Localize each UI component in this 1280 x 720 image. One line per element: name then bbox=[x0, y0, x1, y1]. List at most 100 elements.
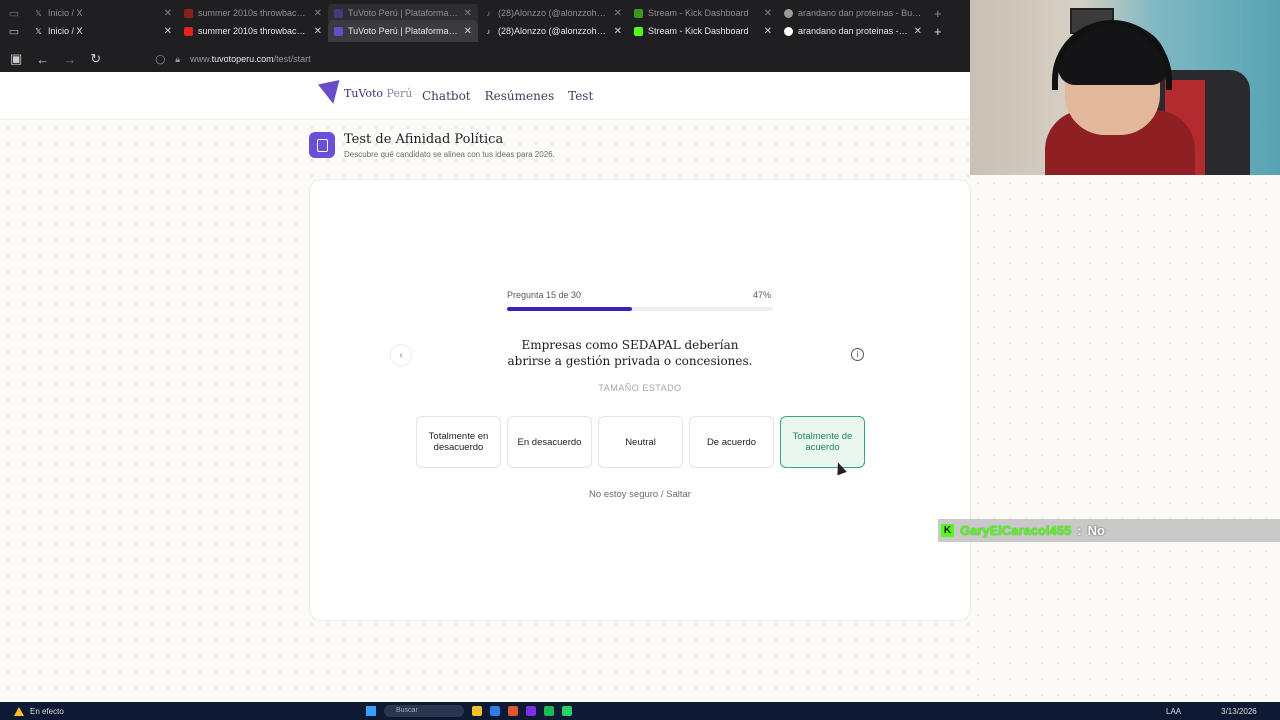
clock-date[interactable]: 3/13/2026 bbox=[1221, 707, 1257, 716]
whatsapp-icon[interactable] bbox=[562, 706, 572, 716]
tab-x[interactable]: 𝕏 Inicio / X ✕ bbox=[28, 20, 178, 42]
previous-question-button[interactable]: ‹ bbox=[390, 344, 412, 366]
close-icon: ✕ bbox=[463, 7, 472, 19]
option-neutral[interactable]: Neutral bbox=[598, 416, 683, 468]
ghost-tab-title: TuVoto Perú | Plataforma Electo bbox=[348, 8, 459, 18]
close-tab-icon[interactable]: ✕ bbox=[914, 26, 922, 37]
tab-tiktok[interactable]: ♪ (28)Alonzzo (@alonzzoh_) | Tik ✕ bbox=[478, 20, 628, 42]
close-icon: ✕ bbox=[313, 7, 322, 19]
progress-percent: 47% bbox=[753, 290, 772, 300]
reload-icon[interactable]: ↻ bbox=[90, 51, 101, 67]
tab-title: (28)Alonzzo (@alonzzoh_) | Tik bbox=[498, 26, 609, 36]
x-logo-icon: 𝕏 bbox=[35, 26, 42, 36]
nav-chatbot[interactable]: Chatbot bbox=[422, 89, 471, 103]
tab-row: ▭ 𝕏 Inicio / X ✕ summer 2010s throwback | … bbox=[0, 20, 970, 42]
obs-icon[interactable] bbox=[526, 706, 536, 716]
site-nav: Chatbot Resúmenes Test bbox=[422, 89, 593, 103]
close-tab-icon[interactable]: ✕ bbox=[164, 26, 172, 37]
chat-username: GaryElCaracol455 bbox=[960, 523, 1072, 538]
ghost-tab-title: Inicio / X bbox=[48, 8, 83, 18]
skip-link[interactable]: No estoy seguro / Saltar bbox=[510, 489, 770, 500]
youtube-icon bbox=[184, 26, 193, 36]
taskbar-status[interactable]: En efecto bbox=[14, 706, 64, 716]
tab-title: TuVoto Perú | Plataforma Electo bbox=[348, 26, 459, 36]
close-icon: ✕ bbox=[763, 7, 772, 19]
tab-google[interactable]: arandano dan proteinas - Busca ✕ bbox=[778, 20, 928, 42]
page-title: Test de Afinidad Política bbox=[344, 132, 504, 147]
tuvoto-icon bbox=[334, 8, 343, 18]
tiktok-icon: ♪ bbox=[486, 8, 491, 18]
kick-icon: K bbox=[941, 524, 954, 537]
taskbar-search[interactable]: Buscar bbox=[384, 705, 464, 717]
option-totalmente-acuerdo[interactable]: Totalmente de acuerdo bbox=[780, 416, 865, 468]
close-icon: ✕ bbox=[163, 7, 172, 19]
close-tab-icon[interactable]: ✕ bbox=[764, 26, 772, 37]
ghost-tab-title: (28)Alonzzo (@alonzzoh_) | Tik bbox=[498, 8, 609, 18]
option-totalmente-desacuerdo[interactable]: Totalmente en desacuerdo bbox=[416, 416, 501, 468]
close-tab-icon[interactable]: ✕ bbox=[314, 26, 322, 37]
browser-icon[interactable] bbox=[508, 706, 518, 716]
page-header: Test de Afinidad Política Descubre qué c… bbox=[309, 132, 555, 159]
system-tray: LAA 3/13/2026 bbox=[1166, 707, 1257, 716]
forward-icon[interactable]: → bbox=[63, 52, 76, 67]
progress-fill bbox=[507, 307, 633, 311]
site-header: TuVoto Perú Chatbot Resúmenes Test bbox=[0, 72, 970, 120]
webcam-overlay bbox=[970, 0, 1280, 175]
ghost-tab-title: Stream - Kick Dashboard bbox=[648, 8, 749, 18]
url-prefix: www. bbox=[190, 54, 212, 64]
chat-text: No bbox=[1087, 523, 1105, 538]
url-text: www.tuvotoperu.com/test/start bbox=[190, 54, 311, 64]
nav-resumenes[interactable]: Resúmenes bbox=[485, 89, 555, 103]
youtube-icon bbox=[184, 8, 193, 18]
file-explorer-icon[interactable] bbox=[472, 706, 482, 716]
option-desacuerdo[interactable]: En desacuerdo bbox=[507, 416, 592, 468]
taskbar-apps: Buscar bbox=[366, 705, 572, 717]
question-text: Empresas como SEDAPAL deberían abrirse a… bbox=[507, 338, 753, 368]
tab-title: Inicio / X bbox=[48, 26, 83, 36]
quiz-card: Pregunta 15 de 30 47% ‹ Empresas como SE… bbox=[309, 179, 971, 621]
chevron-left-icon: ‹ bbox=[399, 349, 403, 361]
logo-secondary: Perú bbox=[386, 86, 413, 100]
tab-youtube[interactable]: summer 2010s throwback | 201 ✕ bbox=[178, 20, 328, 42]
background-extension bbox=[970, 175, 1280, 702]
progress-track bbox=[507, 307, 773, 311]
language-indicator[interactable]: LAA bbox=[1166, 707, 1181, 716]
status-text: En efecto bbox=[30, 706, 64, 716]
site-logo[interactable]: TuVoto Perú bbox=[317, 79, 412, 107]
windows-start-icon[interactable] bbox=[366, 706, 376, 716]
browser-chrome: ▭ 𝕏 Inicio / X ✕ summer 2010s throwback | … bbox=[0, 0, 970, 72]
spotify-icon[interactable] bbox=[544, 706, 554, 716]
tab-tuvoto[interactable]: TuVoto Perú | Plataforma Electo ✕ bbox=[328, 20, 478, 42]
tab-title: Stream - Kick Dashboard bbox=[648, 26, 749, 36]
kick-icon bbox=[634, 26, 643, 36]
new-tab-icon[interactable]: + bbox=[934, 24, 942, 39]
logo-text: TuVoto Perú bbox=[344, 87, 412, 100]
back-icon[interactable]: ← bbox=[36, 52, 49, 67]
tab-title: arandano dan proteinas - Busca bbox=[798, 26, 909, 36]
nav-test[interactable]: Test bbox=[568, 89, 593, 103]
new-tab-icon: + bbox=[934, 5, 942, 21]
progress-label: Pregunta 15 de 30 bbox=[507, 290, 582, 300]
tab-kick[interactable]: Stream - Kick Dashboard ✕ bbox=[628, 20, 778, 42]
logo-primary: TuVoto bbox=[344, 86, 384, 100]
info-icon[interactable]: i bbox=[851, 348, 864, 361]
lock-icon: 🔒︎ bbox=[175, 53, 181, 64]
tiktok-icon: ♪ bbox=[486, 26, 491, 36]
close-tab-icon[interactable]: ✕ bbox=[614, 26, 622, 37]
stream-chat-message: K GaryElCaracol455 : No bbox=[938, 519, 1280, 542]
x-logo-icon: 𝕏 bbox=[35, 8, 42, 18]
option-de-acuerdo[interactable]: De acuerdo bbox=[689, 416, 774, 468]
kick-icon bbox=[634, 8, 643, 18]
logo-mark-icon bbox=[317, 79, 345, 107]
ghost-tab-title: summer 2010s throwback | 201 bbox=[198, 8, 309, 18]
google-icon bbox=[784, 8, 793, 18]
sidebar-toggle-icon[interactable]: ▣ bbox=[10, 51, 22, 67]
address-bar-row: ▣ ← → ↻ ◯ 🔒︎ www.tuvotoperu.com/test/sta… bbox=[0, 46, 970, 72]
tab-title: summer 2010s throwback | 201 bbox=[198, 26, 309, 36]
tab-actions-icon[interactable]: ▭ bbox=[0, 25, 28, 38]
address-bar[interactable]: ◯ 🔒︎ www.tuvotoperu.com/test/start bbox=[155, 54, 310, 65]
question-category: TAMAÑO ESTADO bbox=[598, 383, 682, 393]
shield-icon: ◯ bbox=[155, 53, 166, 64]
edge-icon[interactable] bbox=[490, 706, 500, 716]
close-tab-icon[interactable]: ✕ bbox=[464, 26, 472, 37]
